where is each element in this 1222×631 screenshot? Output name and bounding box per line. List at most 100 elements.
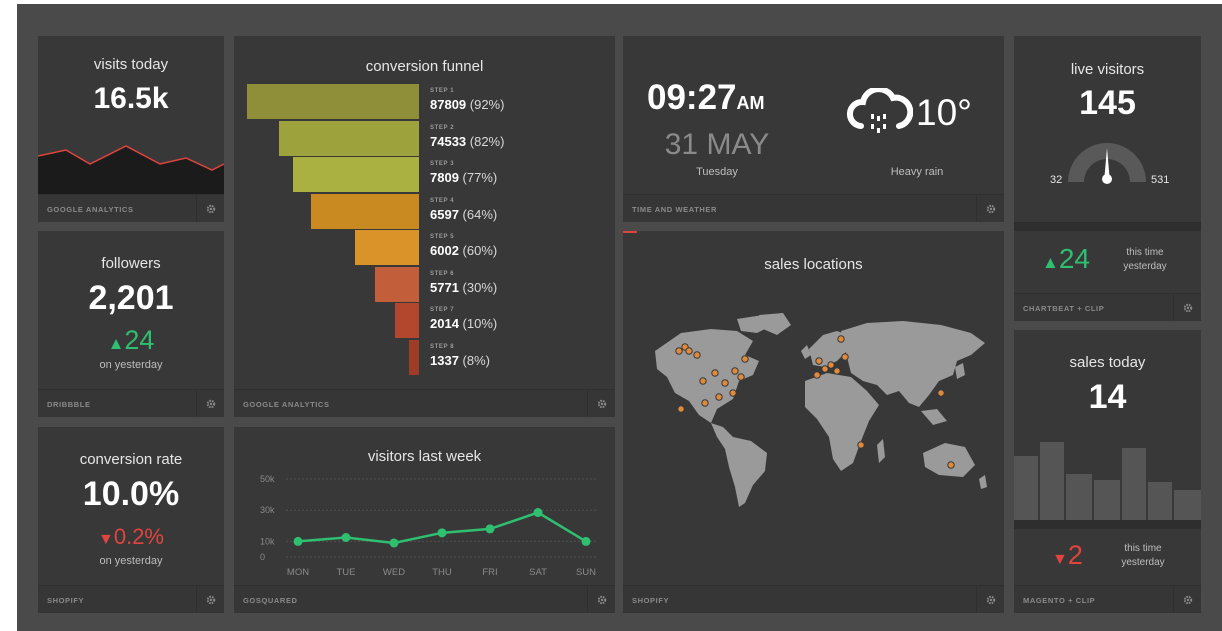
funnel-step-value: 74533 (82%) [430,133,505,149]
funnel-step-label: STEP 3 [430,161,455,167]
panel-divider [1014,222,1201,231]
delta-value: 2 [1067,540,1083,570]
gear-icon[interactable] [587,586,615,613]
funnel-step-value: 7809 (77%) [430,170,498,185]
rain-cloud-icon [847,88,913,133]
data-point [581,536,591,546]
funnel-bar [395,303,419,338]
funnel-step-value: 87809 (92%) [430,97,505,112]
funnel-chart: STEP 1 87809 (92%) STEP 2 74533 (82%) STEP 3… [234,84,615,384]
dashboard-frame: visits today 16.5k GOOGLE ANALYTICS foll… [17,4,1222,631]
series-line [297,511,587,545]
source-label: MAGENTO + CLIP [1023,596,1096,605]
source-label: GOOGLE ANALYTICS [47,205,134,214]
widget-title: conversion rate [79,451,183,468]
sales-delta: ▼2 [1052,540,1083,571]
gauge-max: 531 [1151,174,1170,186]
visits-today-widget: visits today 16.5k GOOGLE ANALYTICS [38,36,224,222]
source-label: CHARTBEAT + CLIP [1023,304,1105,313]
widget-title: sales locations [764,256,863,273]
visits-sparkline [38,145,224,194]
data-point [341,533,351,542]
widget-footer: GOSQUARED [234,585,615,613]
widget-footer: DRIBBBLE [38,389,224,417]
gear-icon[interactable] [1173,586,1201,613]
conversion-value: 10.0% [82,475,180,513]
gear-icon[interactable] [976,586,1004,613]
widget-title: followers [101,255,161,272]
x-tick-label: SUN [576,567,596,578]
delta-value: 0.2% [113,524,164,549]
funnel-step-label: STEP 2 [430,124,455,131]
y-tick-label: 30k [260,505,275,515]
visits-value: 16.5k [93,82,169,115]
funnel-step-value: 6002 (60%) [430,243,498,258]
clock-time: 09:27 [647,78,737,117]
widget-title: live visitors [1070,61,1145,78]
funnel-step-label: STEP 5 [430,234,455,240]
down-arrow-icon: ▼ [1052,551,1068,568]
funnel-bar [409,339,419,375]
date: 31 MAY [664,128,770,161]
widget-title: visitors last week [367,448,482,465]
accent-strip [623,231,637,233]
up-arrow-icon: ▲ [107,334,125,353]
conversion-rate-widget: conversion rate 10.0% ▼0.2% on yesterday… [38,427,224,613]
live-visitors-widget: live visitors 145 32 531 ▲24 this time y… [1014,36,1201,321]
gear-icon[interactable] [976,195,1004,222]
sales-locations-widget: sales locations SHOPIFY [623,231,1004,613]
sales-bar-chart [1014,442,1201,520]
weekday: Tuesday [696,166,738,178]
data-point [437,528,447,538]
funnel-step-label: STEP 1 [430,88,455,94]
funnel-step-value: 6597 (64%) [430,206,498,222]
gear-icon[interactable] [196,195,224,222]
delta-caption: this time yesterday [1121,543,1165,568]
widget-footer: GOOGLE ANALYTICS [234,389,615,417]
delta-caption: on yesterday [99,359,163,371]
y-tick-label: 0 [260,552,265,562]
data-point [485,524,495,534]
funnel-bar [279,120,419,156]
live-visitors-value: 145 [1079,84,1136,122]
time-weather-widget: 09:27AM 31 MAY Tuesday 10° Heavy rain TI… [623,36,1004,222]
down-arrow-icon: ▼ [98,531,114,548]
widget-title: conversion funnel [365,58,484,75]
gauge-min: 32 [1050,174,1063,186]
visitors-gauge [1068,143,1146,184]
gear-icon[interactable] [196,586,224,613]
up-arrow-icon: ▲ [1042,253,1059,272]
delta-value: 24 [1058,243,1090,274]
y-tick-label: 50k [260,474,275,484]
source-label: SHOPIFY [47,596,85,605]
visitors-line-chart: 50k 30k 10k 0 MON TUE WED THU FRI SAT SUN [260,474,598,578]
conversion-funnel-widget: conversion funnel STEP 1 87809 (92%) STEP … [234,36,615,417]
sales-value: 14 [1088,378,1127,416]
followers-widget: followers 2,201 ▲24 on yesterday DRIBBBL… [38,231,224,417]
gear-icon[interactable] [587,390,615,417]
funnel-bar [293,157,419,192]
gear-icon[interactable] [196,390,224,417]
widget-title: visits today [93,56,169,73]
weather-condition: Heavy rain [890,166,944,178]
x-tick-label: THU [432,567,452,578]
world-map [655,313,987,507]
followers-delta: ▲24 [38,325,224,356]
x-tick-label: MON [287,567,309,578]
source-label: DRIBBBLE [47,400,91,409]
widget-footer: GOOGLE ANALYTICS [38,194,224,222]
source-label: GOSQUARED [243,596,298,605]
funnel-step-value: 2014 (10%) [430,316,498,331]
widget-footer: SHOPIFY [38,585,224,613]
funnel-step-label: STEP 8 [430,343,455,350]
x-tick-label: WED [383,567,405,578]
delta-caption: on yesterday [99,555,163,567]
funnel-step-label: STEP 4 [430,197,455,204]
widget-footer: TIME AND WEATHER [623,194,1004,222]
funnel-step-value: 1337 (8%) [430,352,490,368]
live-delta: ▲24 [1042,243,1090,275]
funnel-bar [311,193,419,229]
gear-icon[interactable] [1173,294,1201,321]
delta-value: 24 [124,325,155,355]
visitors-last-week-widget: visitors last week 50k 30k 10k 0 MON TUE WED TH… [234,427,615,613]
